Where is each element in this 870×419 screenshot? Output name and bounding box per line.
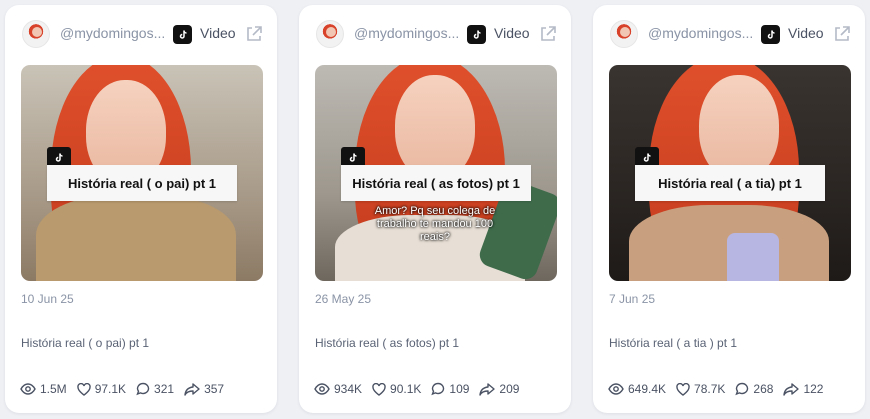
- eye-icon: [20, 383, 36, 395]
- comment-icon: [431, 382, 445, 396]
- heart-icon: [372, 382, 386, 396]
- engagement-stats: 934K 90.1K 109 209: [314, 380, 563, 398]
- engagement-stats: 649.4K 78.7K 268 122: [608, 380, 857, 398]
- likes-stat: 78.7K: [676, 382, 725, 396]
- card-header: @mydomingos... Video: [299, 5, 571, 65]
- post-description: História real ( a tia ) pt 1: [609, 336, 738, 350]
- external-link-icon[interactable]: [832, 24, 852, 44]
- shares-stat: 209: [479, 382, 519, 396]
- share-icon: [479, 382, 496, 396]
- comments-stat: 321: [136, 382, 174, 396]
- post-date: 7 Jun 25: [609, 292, 656, 306]
- comment-icon: [735, 382, 749, 396]
- tiktok-icon: [467, 25, 486, 44]
- post-date: 26 May 25: [315, 292, 372, 306]
- likes-stat: 90.1K: [372, 382, 421, 396]
- share-icon: [783, 382, 800, 396]
- external-link-icon[interactable]: [244, 24, 264, 44]
- post-description: História real ( o pai) pt 1: [21, 336, 150, 350]
- video-card[interactable]: @mydomingos... Video História real ( as …: [299, 5, 571, 413]
- video-thumbnail[interactable]: História real ( o pai) pt 1: [21, 65, 263, 281]
- cup: [727, 233, 779, 281]
- eye-icon: [314, 383, 330, 395]
- views-stat: 1.5M: [20, 382, 67, 396]
- content-type-label: Video: [788, 25, 824, 41]
- creator-handle[interactable]: @mydomingos...: [648, 25, 756, 41]
- post-description: História real ( as fotos) pt 1: [315, 336, 460, 350]
- shares-stat: 122: [783, 382, 823, 396]
- views-stat: 934K: [314, 382, 362, 396]
- heart-icon: [676, 382, 690, 396]
- avatar[interactable]: [22, 20, 50, 48]
- tiktok-icon: [761, 25, 780, 44]
- tiktok-icon: [173, 25, 192, 44]
- likes-stat: 97.1K: [76, 382, 126, 396]
- eye-icon: [608, 383, 624, 395]
- video-card[interactable]: @mydomingos... Video História real ( o p…: [5, 5, 277, 413]
- avatar[interactable]: [610, 20, 638, 48]
- avatar[interactable]: [316, 20, 344, 48]
- card-header: @mydomingos... Video: [5, 5, 277, 65]
- thumbnail-title: História real ( o pai) pt 1: [47, 165, 237, 201]
- thumbnail-title: História real ( as fotos) pt 1: [341, 165, 531, 201]
- video-thumbnail[interactable]: História real ( as fotos) pt 1 Amor? Pq …: [315, 65, 557, 281]
- video-card[interactable]: @mydomingos... Video História real ( a t…: [593, 5, 865, 413]
- post-date: 10 Jun 25: [21, 292, 74, 306]
- engagement-stats: 1.5M 97.1K 321 357: [20, 380, 269, 398]
- thumbnail-title: História real ( a tia) pt 1: [635, 165, 825, 201]
- card-header: @mydomingos... Video: [593, 5, 865, 65]
- comments-stat: 109: [431, 382, 469, 396]
- creator-handle[interactable]: @mydomingos...: [354, 25, 462, 41]
- comment-icon: [136, 382, 150, 396]
- creator-handle[interactable]: @mydomingos...: [60, 25, 168, 41]
- content-type-label: Video: [200, 25, 236, 41]
- comments-stat: 268: [735, 382, 773, 396]
- heart-icon: [76, 382, 91, 396]
- shares-stat: 357: [184, 382, 224, 396]
- external-link-icon[interactable]: [538, 24, 558, 44]
- share-icon: [184, 382, 200, 396]
- thumbnail-caption: Amor? Pq seu colega de trabalho te mando…: [374, 205, 496, 243]
- views-stat: 649.4K: [608, 382, 666, 396]
- content-type-label: Video: [494, 25, 530, 41]
- video-thumbnail[interactable]: História real ( a tia) pt 1: [609, 65, 851, 281]
